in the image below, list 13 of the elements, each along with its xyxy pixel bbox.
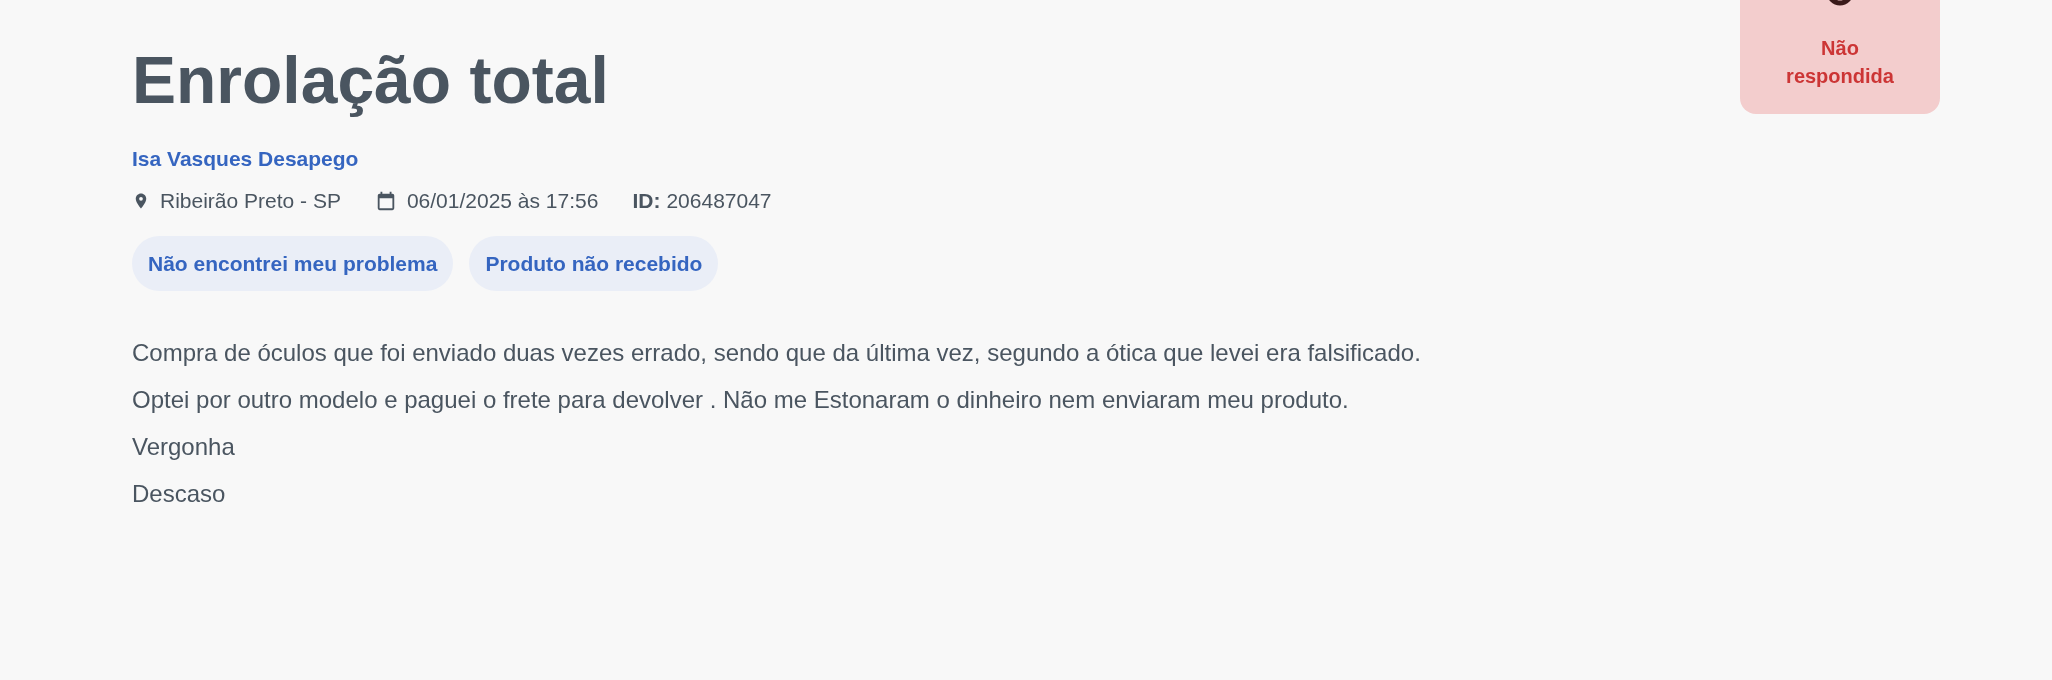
complaint-text-line: Optei por outro modelo e paguei o frete para devolver . Não me Estonaram o dinheiro nem enviaram meu produto.	[132, 385, 1350, 415]
complaint-text-line: Compra de óculos que foi enviado duas vezes errado, sendo que da última vez, segundo a ótica que levei era falsificado.	[132, 338, 1422, 368]
author-link[interactable]: Isa Vasques Desapego	[132, 144, 359, 174]
complaint-title: Enrolação total	[132, 42, 609, 119]
complaint-text-line: Vergonha	[132, 432, 236, 462]
id-value: 206487047	[666, 188, 772, 214]
status-label: Não respondida	[1785, 36, 1895, 89]
date-text: 06/01/2025 às 17:56	[406, 188, 599, 214]
location-text: Ribeirão Preto - SP	[160, 188, 341, 214]
category-tag: Produto não recebido	[469, 236, 719, 291]
id-label: ID:	[632, 188, 661, 214]
category-tag: Não encontrei meu problema	[132, 236, 454, 291]
complaint-text-line: Descaso	[132, 479, 227, 509]
